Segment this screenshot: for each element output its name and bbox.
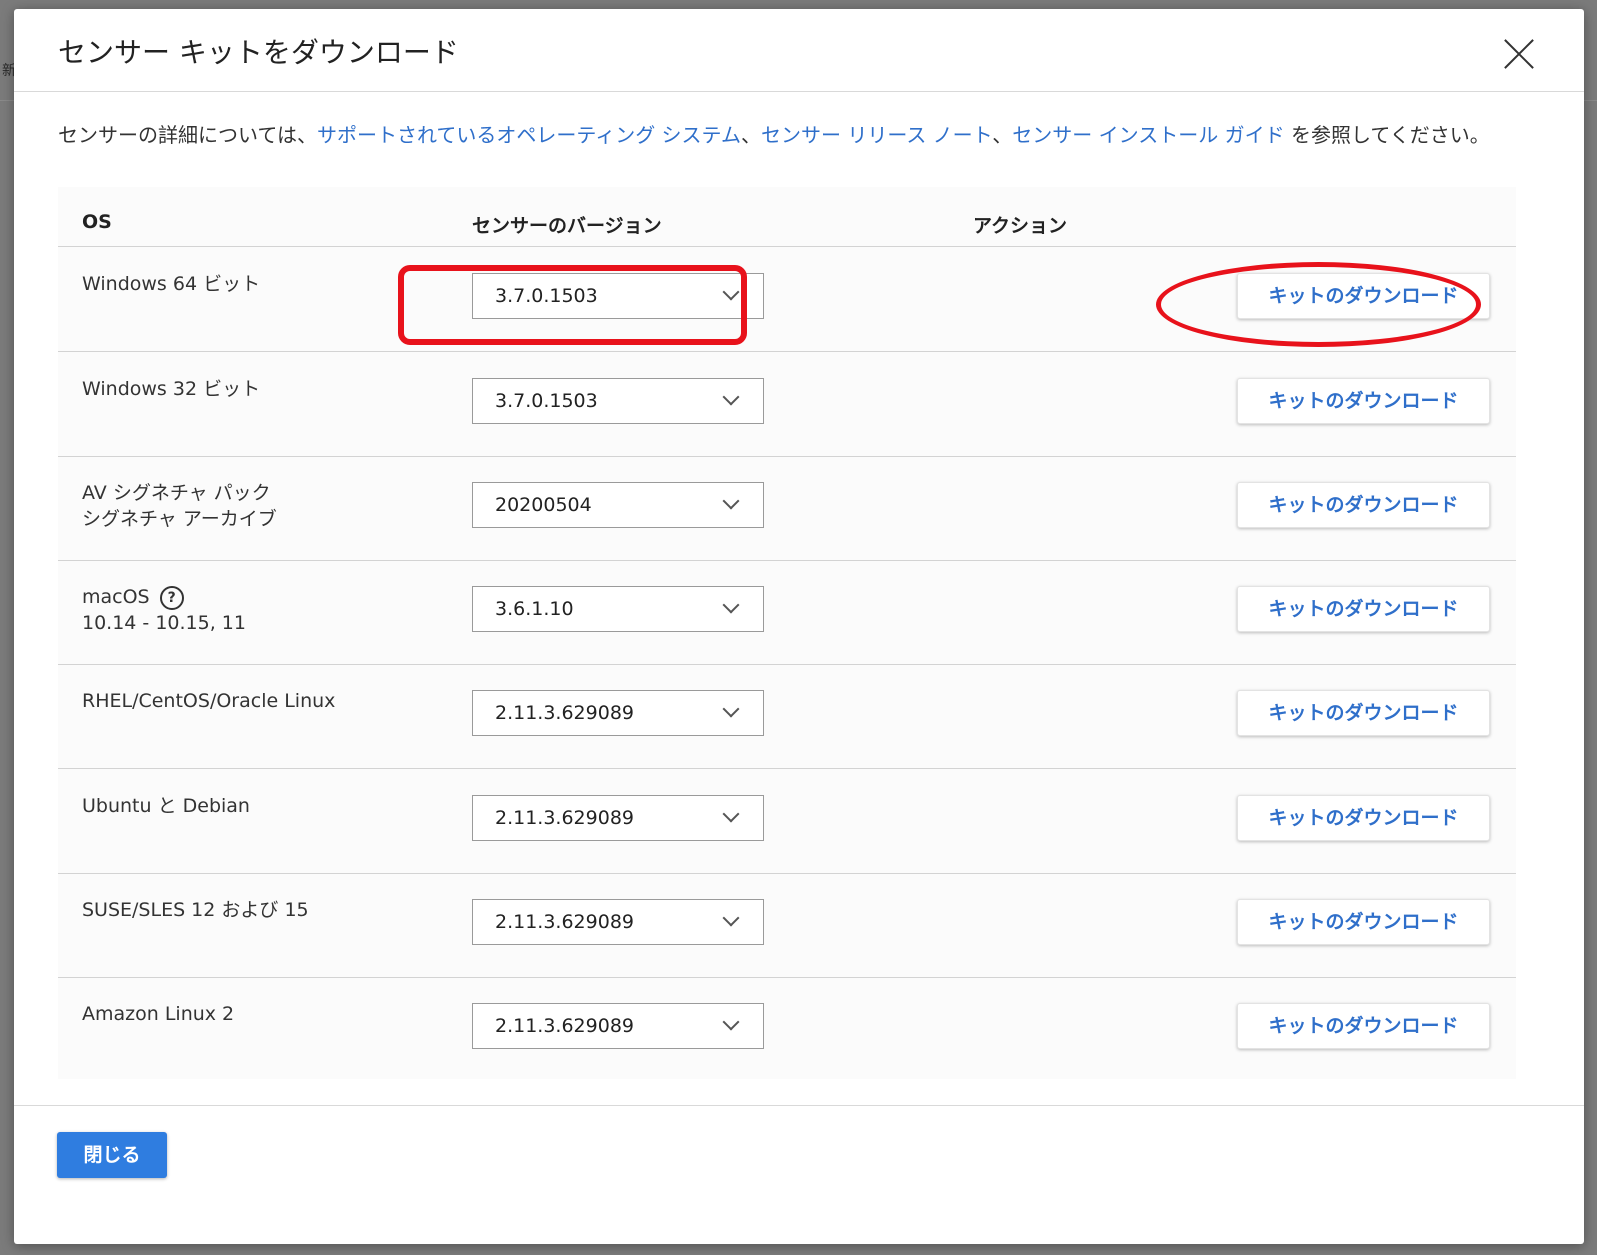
download-sensor-kit-dialog: センサー キットをダウンロード センサーの詳細については、サポートされているオペ…	[14, 9, 1584, 1244]
version-value: 2.11.3.629089	[495, 702, 635, 724]
version-value: 20200504	[495, 494, 592, 516]
os-name: AV シグネチャ パック シグネチャ アーカイブ	[82, 480, 277, 532]
os-label: AV シグネチャ パック	[82, 482, 271, 504]
table-row: Ubuntu と Debian 2.11.3.629089 キットのダウンロード	[58, 769, 1516, 874]
highlight-rectangle-annotation	[398, 265, 747, 345]
help-icon[interactable]: ?	[159, 585, 184, 610]
close-icon[interactable]	[1502, 37, 1536, 71]
version-value: 2.11.3.629089	[495, 911, 635, 933]
os-name: SUSE/SLES 12 および 15	[82, 897, 309, 923]
column-header-os: OS	[82, 211, 112, 233]
download-kit-button[interactable]: キットのダウンロード	[1237, 795, 1490, 841]
os-label: SUSE/SLES 12 および 15	[82, 899, 309, 921]
version-value: 3.6.1.10	[495, 598, 574, 620]
table-header: OS センサーのバージョン アクション	[58, 187, 1516, 247]
version-value: 3.7.0.1503	[495, 390, 598, 412]
os-label: macOS	[82, 586, 150, 608]
version-select[interactable]: 3.6.1.10	[472, 586, 764, 632]
chevron-down-icon	[722, 700, 740, 718]
version-select[interactable]: 2.11.3.629089	[472, 690, 764, 736]
version-select[interactable]: 3.7.0.1503	[472, 378, 764, 424]
table-row: RHEL/CentOS/Oracle Linux 2.11.3.629089 キ…	[58, 664, 1516, 769]
intro-prefix: センサーの詳細については、	[58, 123, 317, 147]
dialog-header: センサー キットをダウンロード	[14, 9, 1584, 92]
os-sublabel: シグネチャ アーカイブ	[82, 508, 277, 530]
table-row: Windows 32 ビット 3.7.0.1503 キットのダウンロード	[58, 352, 1516, 457]
version-select[interactable]: 2.11.3.629089	[472, 899, 764, 945]
download-kit-button[interactable]: キットのダウンロード	[1237, 586, 1490, 632]
version-select[interactable]: 2.11.3.629089	[472, 795, 764, 841]
os-name: RHEL/CentOS/Oracle Linux	[82, 688, 335, 714]
column-header-action: アクション	[973, 215, 1068, 237]
os-label: Windows 32 ビット	[82, 378, 261, 400]
table-row: macOS? 10.14 - 10.15, 11 3.6.1.10 キットのダウン…	[58, 560, 1516, 665]
intro-separator: 、	[740, 123, 761, 147]
version-select[interactable]: 2.11.3.629089	[472, 1003, 764, 1049]
os-label: Windows 64 ビット	[82, 273, 261, 295]
download-kit-button[interactable]: キットのダウンロード	[1237, 378, 1490, 424]
version-value: 2.11.3.629089	[495, 807, 635, 829]
column-header-version: センサーのバージョン	[472, 215, 662, 237]
supported-os-link[interactable]: サポートされているオペレーティング システム	[317, 123, 741, 147]
chevron-down-icon	[722, 909, 740, 927]
intro-text: センサーの詳細については、サポートされているオペレーティング システム、センサー…	[58, 119, 1528, 151]
table-row: Amazon Linux 2 2.11.3.629089 キットのダウンロード	[58, 977, 1516, 1081]
os-label: RHEL/CentOS/Oracle Linux	[82, 690, 336, 712]
chevron-down-icon	[722, 596, 740, 614]
os-label: Ubuntu と Debian	[82, 795, 250, 817]
install-guide-link[interactable]: センサー インストール ガイド	[1012, 123, 1284, 147]
intro-separator: 、	[992, 123, 1013, 147]
download-kit-button[interactable]: キットのダウンロード	[1237, 482, 1490, 528]
release-notes-link[interactable]: センサー リリース ノート	[761, 123, 992, 147]
os-name: Ubuntu と Debian	[82, 793, 250, 819]
chevron-down-icon	[722, 805, 740, 823]
chevron-down-icon	[722, 1013, 740, 1031]
table-row: SUSE/SLES 12 および 15 2.11.3.629089 キットのダウ…	[58, 873, 1516, 978]
dialog-title: センサー キットをダウンロード	[58, 36, 459, 69]
download-kit-button[interactable]: キットのダウンロード	[1237, 1003, 1490, 1049]
download-kit-button[interactable]: キットのダウンロード	[1237, 690, 1490, 736]
os-name: Amazon Linux 2	[82, 1001, 234, 1027]
os-name: macOS? 10.14 - 10.15, 11	[82, 584, 246, 636]
version-value: 2.11.3.629089	[495, 1015, 635, 1037]
os-sublabel: 10.14 - 10.15, 11	[82, 612, 246, 634]
highlight-ellipse-annotation	[1156, 262, 1481, 347]
chevron-down-icon	[722, 388, 740, 406]
version-select[interactable]: 20200504	[472, 482, 764, 528]
chevron-down-icon	[722, 492, 740, 510]
table-row: AV シグネチャ パック シグネチャ アーカイブ 20200504 キットのダウン…	[58, 456, 1516, 561]
os-label: Amazon Linux 2	[82, 1003, 235, 1025]
intro-suffix: を参照してください。	[1284, 123, 1490, 147]
dialog-footer: 閉じる	[14, 1105, 1584, 1244]
close-button[interactable]: 閉じる	[57, 1132, 167, 1178]
os-name: Windows 64 ビット	[82, 271, 260, 297]
os-name: Windows 32 ビット	[82, 376, 260, 402]
download-kit-button[interactable]: キットのダウンロード	[1237, 899, 1490, 945]
